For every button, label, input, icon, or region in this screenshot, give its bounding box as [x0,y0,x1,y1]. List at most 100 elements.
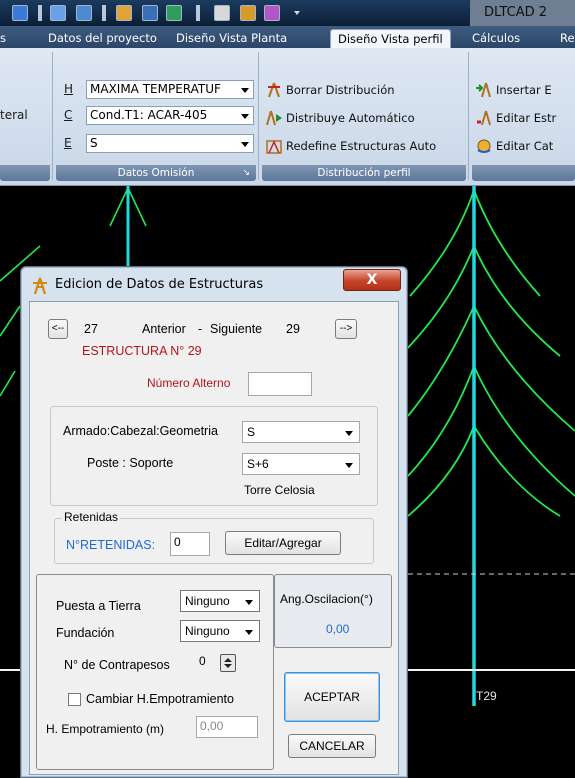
edit-structure-icon [477,110,491,126]
estructura-label: E [64,136,72,150]
next-structure-number: 29 [286,322,300,336]
structure-icon[interactable] [166,5,182,21]
spinner-icon[interactable] [220,654,236,672]
insert-structure-icon [476,82,491,98]
retenidas-legend: Retenidas [62,510,121,524]
close-button[interactable]: X [343,269,401,291]
nretenidas-input[interactable]: 0 [170,532,210,556]
tab-vista-perfil[interactable]: Diseño Vista perfil [330,29,451,48]
structure-label-t29[interactable]: T29 [476,689,497,703]
torre-celosia-label: Torre Celosia [244,483,315,497]
fundacion-select[interactable]: Ninguno [180,620,260,642]
eraser-icon[interactable] [264,5,280,21]
distribuye-automatico-label: Distribuye Automático [286,111,415,125]
estructura-combo[interactable]: S [86,134,254,153]
title-bar: DLTCAD 2 [0,0,575,26]
hipotesis-combo[interactable]: MAXIMA TEMPERATUF [86,80,254,99]
conductor-combo[interactable]: Cond.T1: ACAR-405 [86,106,254,125]
calc-icon[interactable] [76,5,92,21]
group-caption-text: Datos Omisión [117,167,195,179]
edit-catalog-icon [477,139,491,153]
dialog-body: <-- 27 Anterior - Siguiente 29 --> ESTRU… [29,301,399,775]
tab-partial-right[interactable]: Re [560,29,575,48]
chevron-down-icon [245,630,253,635]
tab-calculos[interactable]: Cálculos [472,29,520,48]
distribuye-automatico-button[interactable]: Distribuye Automático [264,108,415,128]
structure-icon[interactable] [240,5,256,21]
editar-estructura-button[interactable]: Editar Estr [474,108,556,128]
next-structure-button[interactable]: --> [335,319,357,339]
ribbon-partial-label: teral [0,108,28,122]
borrar-distribucion-button[interactable]: Borrar Distribución [264,80,395,100]
group-separator [52,52,53,180]
group-caption-partial-right [472,165,575,181]
editar-estructura-label: Editar Estr [496,111,557,125]
chevron-down-icon [241,114,249,119]
aceptar-button[interactable]: ACEPTAR [284,672,380,722]
auto-distribute-icon [266,110,282,126]
cancelar-button[interactable]: CANCELAR [288,734,376,758]
edit-structure-dialog: Edicion de Datos de Estructuras X <-- 27… [20,266,408,778]
armado-label: Armado:Cabezal:Geometria [63,424,218,438]
tab-vista-planta[interactable]: Diseño Vista Planta [176,29,287,48]
dropdown-icon[interactable] [292,5,302,21]
insertar-estructura-label: Insertar E [496,83,552,97]
insertar-estructura-button[interactable]: Insertar E [474,80,552,100]
nretenidas-label: N°RETENIDAS: [66,538,156,552]
contrapesos-stepper[interactable]: 0 [196,652,240,676]
app-window: DLTCAD 2 s Datos del proyecto Diseño Vis… [0,0,575,778]
tower-icon [33,277,47,295]
dialog-titlebar[interactable]: Edicion de Datos de Estructuras X [21,267,407,301]
oscilacion-group [274,574,392,648]
nav-separator: - [198,322,203,336]
poste-value: S+6 [247,457,269,471]
ribbon-tabs: s Datos del proyecto Diseño Vista Planta… [0,26,575,48]
chevron-down-icon [345,431,353,436]
previous-structure-number: 27 [84,322,98,336]
hipotesis-label: H [64,82,74,96]
chevron-down-icon [241,142,249,147]
poste-label: Poste : Soporte [87,456,174,470]
conductor-value: Cond.T1: ACAR-405 [90,108,208,122]
anterior-label: Anterior [142,322,186,336]
tab-partial[interactable]: s [0,29,6,48]
cambiar-empotramiento-checkbox[interactable] [68,693,81,706]
editar-agregar-button[interactable]: Editar/Agregar [225,531,341,555]
settings-icon[interactable] [50,5,66,21]
numero-alterno-label: Número Alterno [147,376,231,390]
h-empotramiento-input[interactable]: 0,00 [196,716,258,738]
group-caption-distribucion: Distribución perfil [262,165,466,181]
ang-oscilacion-label: Ang.Oscilacion(°) [280,592,373,606]
chevron-down-icon [345,463,353,468]
app-title: DLTCAD 2 [470,0,575,26]
contrapesos-value: 0 [199,654,206,668]
tab-datos-proyecto[interactable]: Datos del proyecto [48,29,157,48]
editar-catalogo-button[interactable]: Editar Cat [474,136,553,156]
borrar-distribucion-label: Borrar Distribución [286,83,395,97]
dialog-launcher-icon[interactable]: ↘ [242,165,250,181]
language-icon[interactable] [142,5,158,21]
redefine-structures-icon [266,140,282,154]
fundacion-label: Fundación [56,626,115,640]
cambiar-empotramiento-label: Cambiar H.Empotramiento [86,692,234,706]
previous-structure-button[interactable]: <-- [48,319,68,339]
group-caption-datos-omision: Datos Omisión ↘ [56,165,256,181]
redefine-estructuras-label: Redefine Estructuras Auto [286,139,437,153]
puesta-tierra-label: Puesta a Tierra [56,599,141,613]
save-icon[interactable] [12,5,28,21]
poste-select[interactable]: S+6 [242,453,360,475]
group-separator [468,52,469,180]
puesta-tierra-select[interactable]: Ninguno [180,590,260,612]
chevron-down-icon [241,88,249,93]
armado-select[interactable]: S [242,421,360,443]
armado-value: S [247,425,256,439]
tower-icon[interactable] [214,5,230,21]
layers-icon[interactable] [116,5,132,21]
contrapesos-label: N° de Contrapesos [64,658,170,672]
chevron-down-icon [245,600,253,605]
numero-alterno-input[interactable] [248,372,312,396]
conductor-label: C [64,108,73,122]
redefine-estructuras-button[interactable]: Redefine Estructuras Auto [264,136,436,156]
dialog-title: Edicion de Datos de Estructuras [55,277,264,292]
puesta-tierra-value: Ninguno [185,594,230,608]
